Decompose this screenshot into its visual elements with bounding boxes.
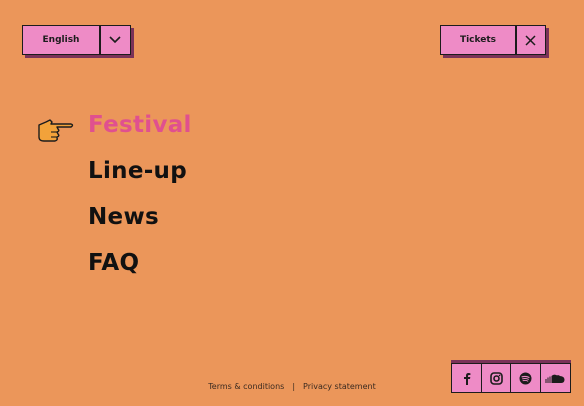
- menu-item-festival[interactable]: Festival: [88, 108, 192, 154]
- main-menu: Festival Line-up News FAQ: [88, 108, 192, 292]
- chevron-down-icon: [109, 36, 121, 44]
- pointing-hand-icon: [38, 119, 74, 142]
- close-menu-button[interactable]: [517, 26, 546, 54]
- social-links: [451, 363, 571, 393]
- soundcloud-button[interactable]: [539, 363, 571, 393]
- terms-link[interactable]: Terms & conditions: [208, 382, 284, 391]
- menu-item-faq[interactable]: FAQ: [88, 246, 192, 292]
- privacy-link[interactable]: Privacy statement: [303, 382, 376, 391]
- soundcloud-icon: [545, 374, 565, 383]
- tickets-button[interactable]: Tickets: [441, 26, 515, 54]
- language-dropdown-toggle[interactable]: [101, 26, 131, 54]
- instagram-button[interactable]: [480, 363, 512, 393]
- close-icon: [525, 34, 536, 46]
- language-label: English: [42, 35, 80, 45]
- spotify-icon: [519, 372, 532, 384]
- instagram-icon: [489, 371, 503, 385]
- spotify-button[interactable]: [510, 363, 541, 393]
- menu-item-news[interactable]: News: [88, 200, 192, 246]
- facebook-button[interactable]: [451, 363, 482, 393]
- facebook-icon: [463, 372, 470, 385]
- menu-item-line-up[interactable]: Line-up: [88, 154, 192, 200]
- language-selector[interactable]: English: [22, 25, 131, 55]
- tickets-bar: Tickets: [440, 25, 546, 55]
- footer-separator: |: [292, 382, 296, 391]
